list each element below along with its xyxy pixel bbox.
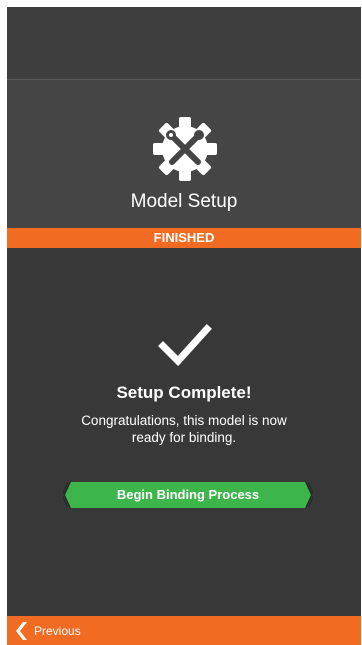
gear-wrench-icon <box>153 117 217 181</box>
top-bar <box>7 7 361 80</box>
checkmark-icon <box>158 324 212 367</box>
setup-complete-message: Congratulations, this model is now ready… <box>81 413 287 445</box>
page-title: Model Setup <box>130 191 238 212</box>
begin-binding-button[interactable]: Begin Binding Process <box>63 482 313 508</box>
page-header: Model Setup <box>7 80 361 228</box>
status-badge: FINISHED <box>7 228 361 248</box>
chevron-left-icon <box>16 621 27 640</box>
previous-label: Previous <box>34 623 81 638</box>
setup-complete-title: Setup Complete! <box>116 383 252 402</box>
begin-binding-label: Begin Binding Process <box>116 487 260 502</box>
main-content: Setup Complete! Congratulations, this mo… <box>7 248 361 616</box>
footer-bar: Previous <box>7 616 361 645</box>
app-screen: Model Setup FINISHED Setup Complete! Con… <box>7 7 361 645</box>
previous-button[interactable]: Previous <box>15 616 81 645</box>
